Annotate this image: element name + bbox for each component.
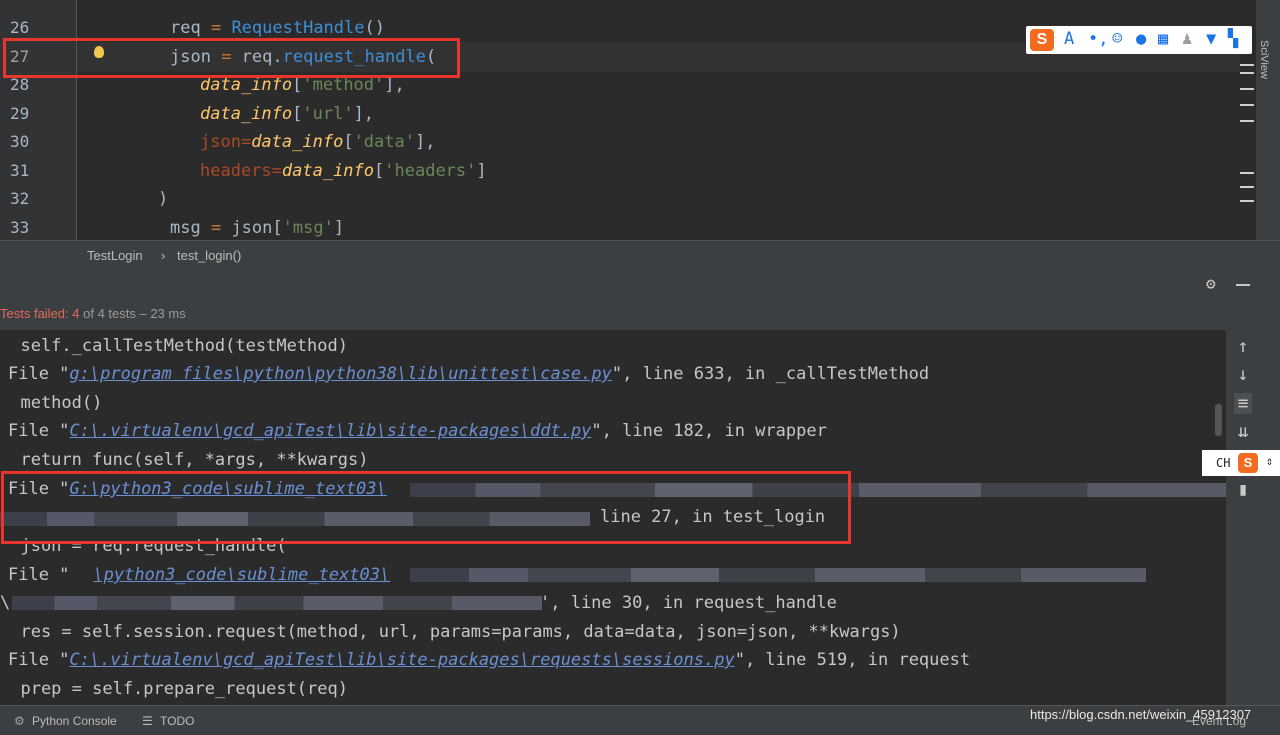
redacted-path — [12, 596, 542, 610]
code-line-29: data_info['url'], — [200, 104, 375, 124]
microphone-icon[interactable]: ● — [1136, 29, 1146, 49]
console-line: File "g:\program files\python\python38\l… — [8, 364, 930, 384]
font-icon[interactable]: A — [1064, 29, 1074, 49]
trash-icon[interactable]: ▮ — [1234, 479, 1252, 500]
python-console-icon: ⚙ — [14, 714, 25, 728]
file-link[interactable]: g:\program files\python\python38\lib\uni… — [69, 364, 611, 384]
sciview-label: SciView — [1258, 40, 1270, 79]
breadcrumb: TestLogin › test_login() — [0, 240, 1280, 271]
up-arrow-icon[interactable]: ↑ — [1234, 336, 1252, 357]
code-line-32: ) — [158, 189, 169, 209]
highlight-box-line-27 — [3, 38, 460, 78]
minimize-icon[interactable] — [1236, 284, 1250, 286]
file-link[interactable]: C:\.virtualenv\gcd_apiTest\lib\site-pack… — [69, 650, 734, 670]
ime-toolbar[interactable]: S A •, ☺ ● ▦ ♟ ▼ ▚ — [1026, 26, 1252, 54]
punctuation-icon[interactable]: •, — [1088, 29, 1108, 49]
sogou-logo-icon: S — [1030, 29, 1054, 51]
line-number: 33 — [10, 218, 30, 237]
redacted-path — [410, 568, 1146, 582]
scroll-marker — [1240, 186, 1254, 188]
console-line: prep = self.prepare_request(req) — [0, 679, 348, 699]
scroll-marker — [1240, 104, 1254, 106]
line-number: 32 — [10, 189, 30, 208]
keyboard-icon[interactable]: ▦ — [1158, 29, 1168, 49]
user-icon[interactable]: ♟ — [1182, 29, 1192, 49]
test-status: Tests failed: 4 of 4 tests – 23 ms — [0, 306, 186, 321]
breadcrumb-class[interactable]: TestLogin — [87, 248, 143, 263]
ime-ch-label: CH — [1216, 456, 1231, 470]
failed-count: Tests failed: 4 — [0, 306, 80, 321]
line-number: 30 — [10, 132, 30, 151]
soft-wrap-icon[interactable]: ≡ — [1234, 393, 1252, 414]
line-number: 31 — [10, 161, 30, 180]
console-line: File "C:\.virtualenv\gcd_apiTest\lib\sit… — [8, 650, 971, 670]
console-line: \ — [0, 593, 11, 613]
scroll-marker — [1240, 200, 1254, 202]
file-link[interactable]: \python3_code\sublime_text03\ — [93, 565, 390, 585]
todo-icon: ☰ — [142, 714, 153, 728]
console-toolbar — [1226, 330, 1280, 705]
python-console-tab[interactable]: Python Console — [32, 714, 117, 728]
console-line: File "C:\.virtualenv\gcd_apiTest\lib\sit… — [8, 421, 827, 441]
todo-tab[interactable]: TODO — [160, 714, 194, 728]
console-line: self._callTestMethod(testMethod) — [0, 336, 348, 356]
code-line-30: json=data_info['data'], — [200, 132, 436, 152]
scroll-marker — [1240, 64, 1254, 66]
console-scrollbar[interactable] — [1215, 404, 1222, 436]
gear-icon[interactable]: ⚙ — [1206, 274, 1216, 293]
scroll-to-end-icon[interactable]: ⇊ — [1234, 421, 1252, 442]
breadcrumb-separator: › — [161, 248, 166, 263]
scroll-marker — [1240, 88, 1254, 90]
updown-icon: ⇕ — [1266, 454, 1274, 468]
line-number: 29 — [10, 104, 30, 123]
console-line: return func(self, *args, **kwargs) — [0, 450, 369, 470]
file-link[interactable]: C:\.virtualenv\gcd_apiTest\lib\site-pack… — [69, 421, 591, 441]
breadcrumb-method[interactable]: test_login() — [177, 248, 241, 263]
test-summary: of 4 tests – 23 ms — [79, 306, 186, 321]
console-line: res = self.session.request(method, url, … — [0, 622, 901, 642]
skin-icon[interactable]: ▼ — [1206, 29, 1216, 49]
code-line-33: msg = json['msg'] — [170, 218, 345, 238]
sciview-strip[interactable]: SciView — [1256, 0, 1280, 270]
console-output[interactable]: self._callTestMethod(testMethod) File "g… — [0, 330, 1226, 705]
scroll-marker — [1240, 120, 1254, 122]
ime-status[interactable]: CH S ⇕ — [1202, 450, 1280, 476]
watermark: https://blog.csdn.net/weixin_45912307 — [1030, 707, 1252, 722]
console-line: File " \python3_code\sublime_text03\ — [8, 565, 391, 585]
down-arrow-icon[interactable]: ↓ — [1234, 364, 1252, 385]
grid-icon[interactable]: ▚ — [1228, 29, 1238, 49]
code-line-31: headers=data_info['headers'] — [200, 161, 487, 181]
run-panel-header: ⚙ — [0, 270, 1280, 330]
line-gutter: 26 27 28 29 30 31 32 33 — [0, 0, 77, 240]
highlight-box-test-login — [1, 471, 851, 544]
sogou-logo-icon: S — [1238, 453, 1258, 473]
console-line: method() — [0, 393, 103, 413]
emoji-icon[interactable]: ☺ — [1112, 29, 1122, 49]
console-line: ', line 30, in request_handle — [540, 593, 837, 613]
scroll-marker — [1240, 172, 1254, 174]
scroll-marker — [1240, 72, 1254, 74]
